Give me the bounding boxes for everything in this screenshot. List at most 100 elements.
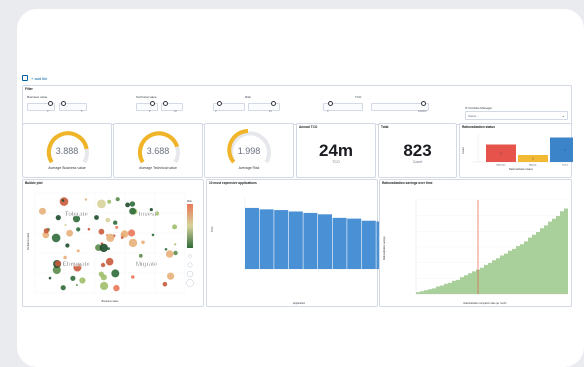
bar-a8 xyxy=(347,218,362,269)
x-tick-label: Migrate xyxy=(529,164,537,167)
tco-max: 100000 xyxy=(418,110,427,113)
bubble-point xyxy=(55,215,61,221)
slider-handle[interactable] xyxy=(48,101,53,106)
bubble-point xyxy=(106,233,115,242)
bubble-point xyxy=(65,243,70,248)
filter-label-business-value: Business value xyxy=(27,95,48,99)
bubble-point xyxy=(115,197,120,202)
slider-handle[interactable] xyxy=(421,101,426,106)
bubble-point xyxy=(138,253,143,258)
bubble-point xyxy=(99,243,109,253)
plot-area xyxy=(35,193,185,293)
bubble-point xyxy=(111,269,120,278)
bubble-point xyxy=(113,284,120,292)
select-value: Select... xyxy=(468,114,479,118)
add-panel-button[interactable]: + add tile xyxy=(22,75,47,81)
bubble-point xyxy=(48,276,52,280)
expensive-apps-bar-chart: TCO Application xyxy=(211,198,379,305)
slider-handle[interactable] xyxy=(163,101,168,106)
bubble-plot-panel: Bubble plot Technical value Business val… xyxy=(22,179,204,307)
slider-handle[interactable] xyxy=(150,101,155,106)
metric-value: 24m xyxy=(318,141,354,160)
bubble-point xyxy=(64,223,67,227)
metric-label: TCO xyxy=(332,160,340,164)
savings-area xyxy=(416,206,568,294)
bubble-point xyxy=(94,215,99,220)
bubble-point xyxy=(172,224,178,230)
dashboard-card: + add tile Filter Business value 0 5 Tec… xyxy=(17,9,584,367)
business-value-min-slider[interactable] xyxy=(27,101,55,111)
bubble-point xyxy=(113,220,118,225)
bar-a5 xyxy=(303,212,318,269)
filter-label-technical-value: Technical value xyxy=(136,95,157,99)
x-axis-label: Rationalization completion date per mont… xyxy=(464,302,508,305)
y-axis-label: TCO xyxy=(211,227,214,232)
filter-label-tco: TCO xyxy=(355,95,362,99)
bubble-point xyxy=(63,255,67,260)
risk-max: 10 xyxy=(269,110,272,113)
bar-invest xyxy=(550,137,573,162)
bar-a4 xyxy=(288,211,303,269)
expensive-apps-panel: 10 most expensive applications TCO Appli… xyxy=(206,179,379,307)
filter-label-it-portfolio-manager: IT Portfolio Manager xyxy=(465,106,493,110)
bar-a7 xyxy=(332,217,347,269)
technical-value-max-slider[interactable] xyxy=(161,101,183,111)
bubble-point xyxy=(76,227,81,232)
bubble-point xyxy=(141,240,145,245)
bubble-point xyxy=(120,236,124,239)
slider-handle[interactable] xyxy=(217,101,222,106)
tco-min-slider[interactable] xyxy=(323,101,363,111)
bubble-point xyxy=(105,257,114,266)
quadrant-label-migrate: Migrate xyxy=(136,262,158,268)
bubble-point xyxy=(87,227,91,231)
legend-title: Risk xyxy=(187,200,193,203)
panel-title: Annual TCO xyxy=(299,125,318,129)
bubble-point xyxy=(54,260,62,267)
bubble-point xyxy=(128,229,136,237)
bar-a2 xyxy=(259,209,274,269)
bubble-point xyxy=(100,274,107,281)
quadrant-label-invest: Invest xyxy=(139,212,156,218)
gauge-value: 3.888 xyxy=(55,146,79,156)
size-legend-circle xyxy=(186,270,194,278)
bubble-point xyxy=(149,208,153,212)
slider-handle[interactable] xyxy=(271,101,276,106)
bubble-point xyxy=(76,249,80,253)
bubble-point xyxy=(100,281,109,291)
risk-min-slider[interactable] xyxy=(213,101,245,111)
risk-gauge-panel: 1.998 Average Risk xyxy=(204,123,294,178)
bubble-point xyxy=(61,199,65,202)
metric-value: 823 xyxy=(403,141,432,160)
bubble-point xyxy=(100,262,106,268)
bubble-point xyxy=(39,207,46,215)
bubble-point xyxy=(162,281,168,287)
quadrant-label-eliminate: Eliminate xyxy=(63,262,90,268)
slider-handle[interactable] xyxy=(61,101,66,106)
business-value-max-slider[interactable] xyxy=(59,101,87,111)
risk-max-slider[interactable] xyxy=(248,101,280,111)
business-value-gauge-panel: 3.888 Average Business value xyxy=(22,123,112,178)
size-legend-circle xyxy=(188,254,192,258)
chevron-down-icon: ⌄ xyxy=(561,113,565,118)
bubble-point xyxy=(129,201,136,207)
gauge-value: 3.688 xyxy=(146,146,170,156)
bubble-point xyxy=(60,285,66,291)
slider-handle[interactable] xyxy=(328,101,333,106)
bubble-point xyxy=(128,238,138,248)
bubble-point xyxy=(43,228,49,234)
y-axis-label: Count xyxy=(462,147,465,154)
x-axis-label: Application xyxy=(293,302,306,305)
technical-value-min-slider[interactable] xyxy=(136,101,158,111)
tco-min: 0 xyxy=(327,110,329,113)
bubble-point xyxy=(97,199,106,209)
x-tick-label: Eliminate xyxy=(497,164,507,167)
it-portfolio-manager-select[interactable]: Select... ⌄ xyxy=(465,111,568,120)
bubble-point xyxy=(75,284,78,286)
x-axis-label: Rationalization status xyxy=(509,168,534,171)
bubble-point xyxy=(167,272,175,280)
bubble-point xyxy=(164,248,168,251)
bubble-point xyxy=(70,275,76,281)
bar-a3 xyxy=(274,210,289,269)
savings-area-chart: Rationalization savings Rationalization … xyxy=(383,199,568,305)
risk-min: 0 xyxy=(215,110,217,113)
